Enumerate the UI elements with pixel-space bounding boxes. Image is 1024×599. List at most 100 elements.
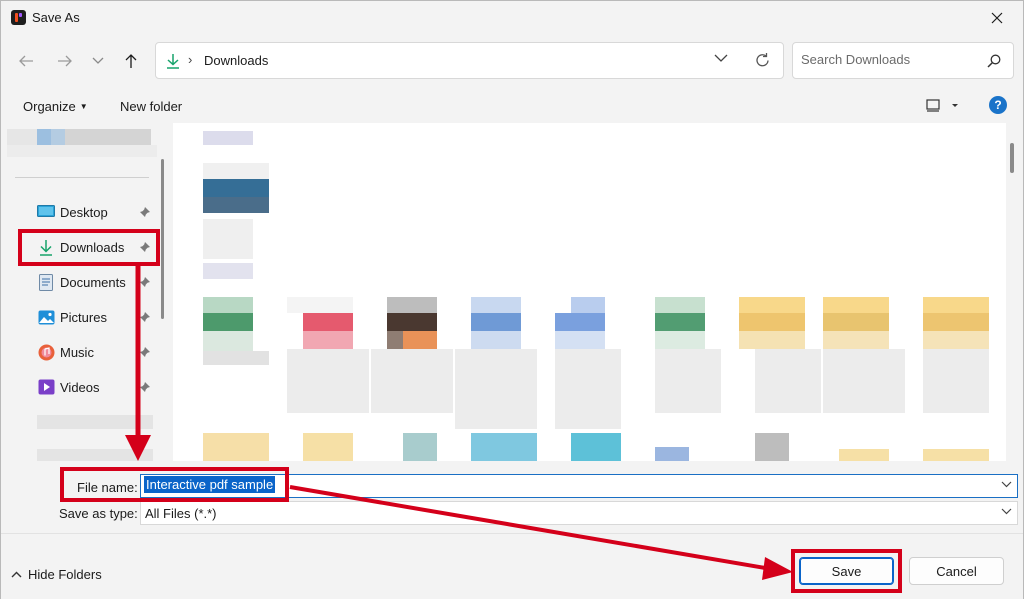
pin-icon[interactable] bbox=[139, 206, 151, 218]
file-thumbnail[interactable] bbox=[923, 313, 989, 331]
hide-folders-button[interactable]: Hide Folders bbox=[11, 567, 102, 582]
search-icon[interactable] bbox=[987, 54, 1001, 68]
pictures-icon bbox=[38, 310, 54, 324]
file-thumbnail[interactable] bbox=[655, 297, 705, 313]
close-button[interactable] bbox=[977, 3, 1017, 33]
nav-divider bbox=[15, 177, 149, 178]
file-thumbnail[interactable] bbox=[471, 313, 521, 331]
file-thumbnail[interactable] bbox=[655, 447, 689, 461]
file-thumbnail[interactable] bbox=[739, 297, 805, 313]
file-thumbnail[interactable] bbox=[203, 179, 269, 197]
file-thumbnail[interactable] bbox=[403, 433, 437, 461]
file-thumbnail[interactable] bbox=[203, 313, 253, 331]
file-thumbnail[interactable] bbox=[455, 349, 537, 429]
back-button[interactable] bbox=[14, 49, 38, 73]
file-thumbnail[interactable] bbox=[571, 297, 605, 313]
file-thumbnail[interactable] bbox=[823, 297, 889, 313]
arrow-up-icon bbox=[125, 54, 137, 68]
file-thumbnail[interactable] bbox=[371, 349, 453, 413]
file-thumbnail[interactable] bbox=[203, 351, 269, 365]
desktop-icon bbox=[37, 205, 55, 217]
file-thumbnail[interactable] bbox=[823, 331, 889, 349]
music-icon bbox=[38, 344, 54, 360]
file-thumbnail[interactable] bbox=[387, 313, 437, 331]
file-thumbnail[interactable] bbox=[655, 331, 705, 349]
file-thumbnail[interactable] bbox=[755, 349, 821, 413]
cancel-button[interactable]: Cancel bbox=[909, 557, 1004, 585]
file-thumbnail[interactable] bbox=[203, 331, 253, 351]
file-thumbnail[interactable] bbox=[403, 331, 437, 349]
arrow-right-icon bbox=[58, 55, 72, 67]
panel-divider bbox=[1, 533, 1023, 534]
file-thumbnail[interactable] bbox=[203, 131, 253, 145]
file-thumbnail[interactable] bbox=[303, 331, 353, 349]
search-box[interactable] bbox=[792, 42, 1014, 79]
nav-pane-scrollbar[interactable] bbox=[161, 159, 164, 319]
save-as-dialog: Save As › Downloads Organize▼ New folder… bbox=[0, 0, 1024, 599]
file-thumbnail[interactable] bbox=[203, 197, 269, 213]
blurred-nav-item bbox=[51, 129, 65, 145]
navigation-pane: Desktop Downloads Documents Pictures Mus… bbox=[3, 123, 171, 461]
file-thumbnail[interactable] bbox=[555, 331, 605, 349]
file-thumbnail[interactable] bbox=[203, 163, 269, 179]
view-options-button[interactable] bbox=[926, 97, 966, 115]
address-bar[interactable]: › Downloads bbox=[155, 42, 784, 79]
sidebar-item-pictures[interactable]: Pictures bbox=[37, 305, 107, 329]
document-icon bbox=[39, 273, 53, 291]
save-as-type-select[interactable]: All Files (*.*) bbox=[140, 501, 1018, 525]
refresh-icon[interactable] bbox=[754, 52, 771, 69]
pin-icon[interactable] bbox=[139, 346, 151, 358]
chevron-up-icon bbox=[11, 571, 22, 578]
file-thumbnail[interactable] bbox=[203, 219, 253, 259]
file-thumbnail[interactable] bbox=[203, 433, 269, 461]
file-thumbnail[interactable] bbox=[387, 331, 403, 349]
file-thumbnail[interactable] bbox=[571, 433, 621, 461]
forward-button[interactable] bbox=[53, 49, 77, 73]
address-history-chevron-icon[interactable] bbox=[714, 54, 728, 63]
file-thumbnail[interactable] bbox=[387, 297, 437, 313]
sidebar-item-desktop[interactable]: Desktop bbox=[37, 200, 108, 224]
file-thumbnail[interactable] bbox=[923, 349, 989, 413]
recent-locations-button[interactable] bbox=[86, 49, 110, 73]
file-thumbnail[interactable] bbox=[655, 313, 705, 331]
file-thumbnail[interactable] bbox=[823, 349, 905, 413]
file-thumbnail[interactable] bbox=[287, 349, 369, 413]
file-thumbnail[interactable] bbox=[287, 297, 353, 313]
file-thumbnail[interactable] bbox=[823, 313, 889, 331]
file-thumbnail[interactable] bbox=[739, 313, 805, 331]
file-thumbnail[interactable] bbox=[839, 449, 889, 461]
search-input[interactable] bbox=[801, 52, 981, 67]
file-list-scrollbar[interactable] bbox=[1010, 143, 1014, 173]
pin-icon[interactable] bbox=[139, 381, 151, 393]
sidebar-item-music[interactable]: Music bbox=[37, 340, 94, 364]
new-folder-button[interactable]: New folder bbox=[120, 99, 182, 114]
file-thumbnail[interactable] bbox=[923, 331, 989, 349]
file-thumbnail[interactable] bbox=[555, 349, 621, 429]
help-button[interactable]: ? bbox=[989, 96, 1007, 114]
up-button[interactable] bbox=[119, 49, 143, 73]
file-thumbnail[interactable] bbox=[471, 297, 521, 313]
file-thumbnail[interactable] bbox=[923, 449, 989, 461]
file-thumbnail[interactable] bbox=[303, 313, 353, 331]
file-thumbnail[interactable] bbox=[203, 263, 253, 279]
breadcrumb-separator: › bbox=[188, 52, 193, 67]
chevron-down-icon[interactable] bbox=[1001, 481, 1012, 488]
chevron-down-icon bbox=[1001, 508, 1012, 515]
breadcrumb-downloads[interactable]: Downloads bbox=[204, 53, 268, 68]
pin-icon[interactable] bbox=[139, 311, 151, 323]
file-thumbnail[interactable] bbox=[471, 433, 537, 461]
videos-icon bbox=[38, 379, 54, 395]
sidebar-item-videos[interactable]: Videos bbox=[37, 375, 100, 399]
file-thumbnail[interactable] bbox=[655, 349, 721, 413]
file-list bbox=[173, 123, 1006, 461]
file-thumbnail[interactable] bbox=[303, 433, 353, 461]
sidebar-item-documents[interactable]: Documents bbox=[37, 270, 126, 294]
organize-menu[interactable]: Organize ▼ bbox=[23, 99, 88, 114]
file-thumbnail[interactable] bbox=[755, 433, 789, 461]
pin-icon[interactable] bbox=[139, 276, 151, 288]
file-thumbnail[interactable] bbox=[923, 297, 989, 313]
file-thumbnail[interactable] bbox=[203, 297, 253, 313]
file-thumbnail[interactable] bbox=[471, 331, 521, 349]
file-thumbnail[interactable] bbox=[739, 331, 805, 349]
file-thumbnail[interactable] bbox=[555, 313, 605, 331]
